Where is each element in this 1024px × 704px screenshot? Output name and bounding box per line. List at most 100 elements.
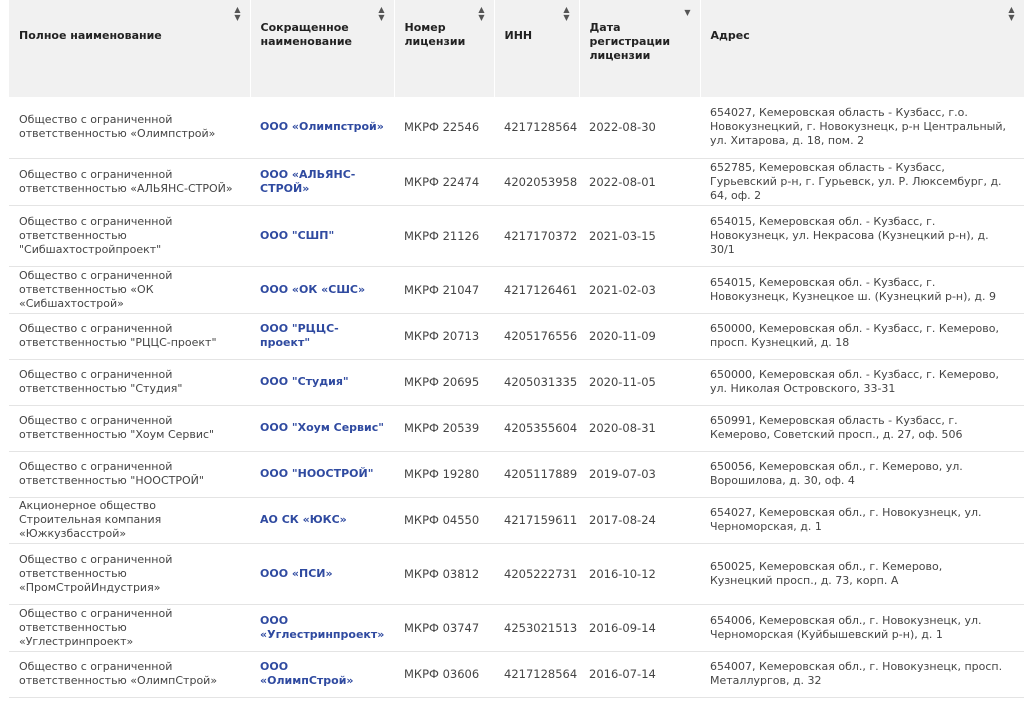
short-name-cell: ООО «АЛЬЯНС-СТРОЙ» <box>250 158 394 206</box>
short-name-cell: ООО "НООСТРОЙ" <box>250 451 394 498</box>
short-name-cell: ООО «Олимпстрой» <box>250 97 394 159</box>
license-number-cell: МКРФ 20695 <box>394 359 494 406</box>
full-name-cell: Общество с ограниченной ответственностью… <box>9 604 250 652</box>
inn-cell: 4205117889 <box>494 451 579 498</box>
license-number-cell: МКРФ 03812 <box>394 543 494 605</box>
address-cell: 650000, Кемеровская обл. - Кузбасс, г. К… <box>700 359 1024 406</box>
full-name-cell: Общество с ограниченной ответственностью… <box>9 543 250 605</box>
table-row: Общество с ограниченной ответственностью… <box>9 313 1024 360</box>
inn-cell: 4202053958 <box>494 158 579 206</box>
short-name-cell: ООО «ПСИ» <box>250 543 394 605</box>
license-number-cell: МКРФ 04550 <box>394 497 494 544</box>
organization-link[interactable]: ООО «ОлимпСтрой» <box>260 660 354 687</box>
address-cell: 650000, Кемеровская обл. - Кузбасс, г. К… <box>700 313 1024 360</box>
column-header-label: Номер лицензии <box>404 21 466 48</box>
organization-link[interactable]: ООО "СШП" <box>260 229 334 242</box>
inn-cell: 4253021513 <box>494 604 579 652</box>
column-header-registration-date[interactable]: ▼ Дата регистрации лицензии <box>579 0 701 97</box>
column-header-address[interactable]: ▲ ▼ Адрес <box>700 0 1024 97</box>
full-name-cell: Общество с ограниченной ответственностью… <box>9 451 250 498</box>
table-body: Общество с ограниченной ответственностью… <box>9 97 1024 698</box>
sort-both-icon[interactable]: ▲ ▼ <box>1008 6 1014 22</box>
column-header-label: ИНН <box>504 29 533 42</box>
registration-date-cell: 2017-08-24 <box>579 497 700 544</box>
column-header-license-number[interactable]: ▲ ▼ Номер лицензии <box>394 0 495 97</box>
organization-link[interactable]: ООО "РЦЦС-проект" <box>260 322 339 349</box>
registration-date-cell: 2022-08-30 <box>579 97 700 159</box>
inn-cell: 4205031335 <box>494 359 579 406</box>
table-row: Общество с ограниченной ответственностью… <box>9 604 1024 652</box>
table-row: Общество с ограниченной ответственностью… <box>9 97 1024 159</box>
sort-both-icon[interactable]: ▲ ▼ <box>234 6 240 22</box>
license-number-cell: МКРФ 21126 <box>394 205 494 267</box>
short-name-cell: ООО «Углестринпроект» <box>250 604 394 652</box>
registration-date-cell: 2020-08-31 <box>579 405 700 452</box>
inn-cell: 4217126461 <box>494 266 579 314</box>
short-name-cell: ООО "Студия" <box>250 359 394 406</box>
table-row: Общество с ограниченной ответственностью… <box>9 205 1024 267</box>
organization-link[interactable]: ООО «ОК «СШС» <box>260 283 365 296</box>
license-number-cell: МКРФ 22546 <box>394 97 494 159</box>
address-cell: 654015, Кемеровская обл. - Кузбасс, г. Н… <box>700 205 1024 267</box>
full-name-cell: Акционерное общество Строительная компан… <box>9 497 250 544</box>
inn-cell: 4205355604 <box>494 405 579 452</box>
full-name-cell: Общество с ограниченной ответственностью… <box>9 313 250 360</box>
address-cell: 654007, Кемеровская обл., г. Новокузнецк… <box>700 651 1024 698</box>
column-header-label: Адрес <box>710 29 750 42</box>
sort-both-icon[interactable]: ▲ ▼ <box>478 6 484 22</box>
column-header-inn[interactable]: ▲ ▼ ИНН <box>494 0 580 97</box>
column-header-full-name[interactable]: ▲ ▼ Полное наименование <box>9 0 251 97</box>
address-cell: 650991, Кемеровская область - Кузбасс, г… <box>700 405 1024 452</box>
address-cell: 652785, Кемеровская область - Кузбасс, Г… <box>700 158 1024 206</box>
license-number-cell: МКРФ 19280 <box>394 451 494 498</box>
column-header-short-name[interactable]: ▲ ▼ Сокращенное наименование <box>250 0 395 97</box>
organization-link[interactable]: ООО «АЛЬЯНС-СТРОЙ» <box>260 168 355 195</box>
full-name-cell: Общество с ограниченной ответственностью… <box>9 405 250 452</box>
table-row: Общество с ограниченной ответственностью… <box>9 266 1024 314</box>
registration-date-cell: 2016-09-14 <box>579 604 700 652</box>
sort-desc-icon[interactable]: ▼ <box>684 9 690 17</box>
license-number-cell: МКРФ 03747 <box>394 604 494 652</box>
organization-link[interactable]: ООО «Углестринпроект» <box>260 614 384 641</box>
address-cell: 650025, Кемеровская обл., г. Кемерово, К… <box>700 543 1024 605</box>
registration-date-cell: 2019-07-03 <box>579 451 700 498</box>
address-cell: 654015, Кемеровская обл. - Кузбасс, г. Н… <box>700 266 1024 314</box>
licenses-table: ▲ ▼ Полное наименование ▲ ▼ Сокращенное на… <box>9 0 1024 698</box>
address-cell: 650056, Кемеровская обл., г. Кемерово, у… <box>700 451 1024 498</box>
license-number-cell: МКРФ 03606 <box>394 651 494 698</box>
organization-link[interactable]: ООО «Олимпстрой» <box>260 120 384 133</box>
licenses-table-container: ▲ ▼ Полное наименование ▲ ▼ Сокращенное на… <box>9 0 1024 698</box>
inn-cell: 4205222731 <box>494 543 579 605</box>
organization-link[interactable]: ООО "Студия" <box>260 375 349 388</box>
inn-cell: 4205176556 <box>494 313 579 360</box>
table-header: ▲ ▼ Полное наименование ▲ ▼ Сокращенное на… <box>9 0 1024 97</box>
short-name-cell: АО СК «ЮКС» <box>250 497 394 544</box>
inn-cell: 4217159611 <box>494 497 579 544</box>
sort-both-icon[interactable]: ▲ ▼ <box>563 6 569 22</box>
license-number-cell: МКРФ 22474 <box>394 158 494 206</box>
inn-cell: 4217128564 <box>494 651 579 698</box>
full-name-cell: Общество с ограниченной ответственностью… <box>9 205 250 267</box>
registration-date-cell: 2020-11-09 <box>579 313 700 360</box>
registration-date-cell: 2021-03-15 <box>579 205 700 267</box>
license-number-cell: МКРФ 20539 <box>394 405 494 452</box>
registration-date-cell: 2021-02-03 <box>579 266 700 314</box>
short-name-cell: ООО "СШП" <box>250 205 394 267</box>
full-name-cell: Общество с ограниченной ответственностью… <box>9 266 250 314</box>
table-row: Общество с ограниченной ответственностью… <box>9 543 1024 605</box>
short-name-cell: ООО «ОК «СШС» <box>250 266 394 314</box>
short-name-cell: ООО "Хоум Сервис" <box>250 405 394 452</box>
registration-date-cell: 2022-08-01 <box>579 158 700 206</box>
address-cell: 654027, Кемеровская обл., г. Новокузнецк… <box>700 497 1024 544</box>
inn-cell: 4217128564 <box>494 97 579 159</box>
organization-link[interactable]: ООО "Хоум Сервис" <box>260 421 384 434</box>
full-name-cell: Общество с ограниченной ответственностью… <box>9 651 250 698</box>
registration-date-cell: 2020-11-05 <box>579 359 700 406</box>
organization-link[interactable]: ООО "НООСТРОЙ" <box>260 467 373 480</box>
table-row: Общество с ограниченной ответственностью… <box>9 359 1024 406</box>
registration-date-cell: 2016-10-12 <box>579 543 700 605</box>
address-cell: 654006, Кемеровская обл., г. Новокузнецк… <box>700 604 1024 652</box>
sort-both-icon[interactable]: ▲ ▼ <box>378 6 384 22</box>
organization-link[interactable]: АО СК «ЮКС» <box>260 513 347 526</box>
organization-link[interactable]: ООО «ПСИ» <box>260 567 333 580</box>
